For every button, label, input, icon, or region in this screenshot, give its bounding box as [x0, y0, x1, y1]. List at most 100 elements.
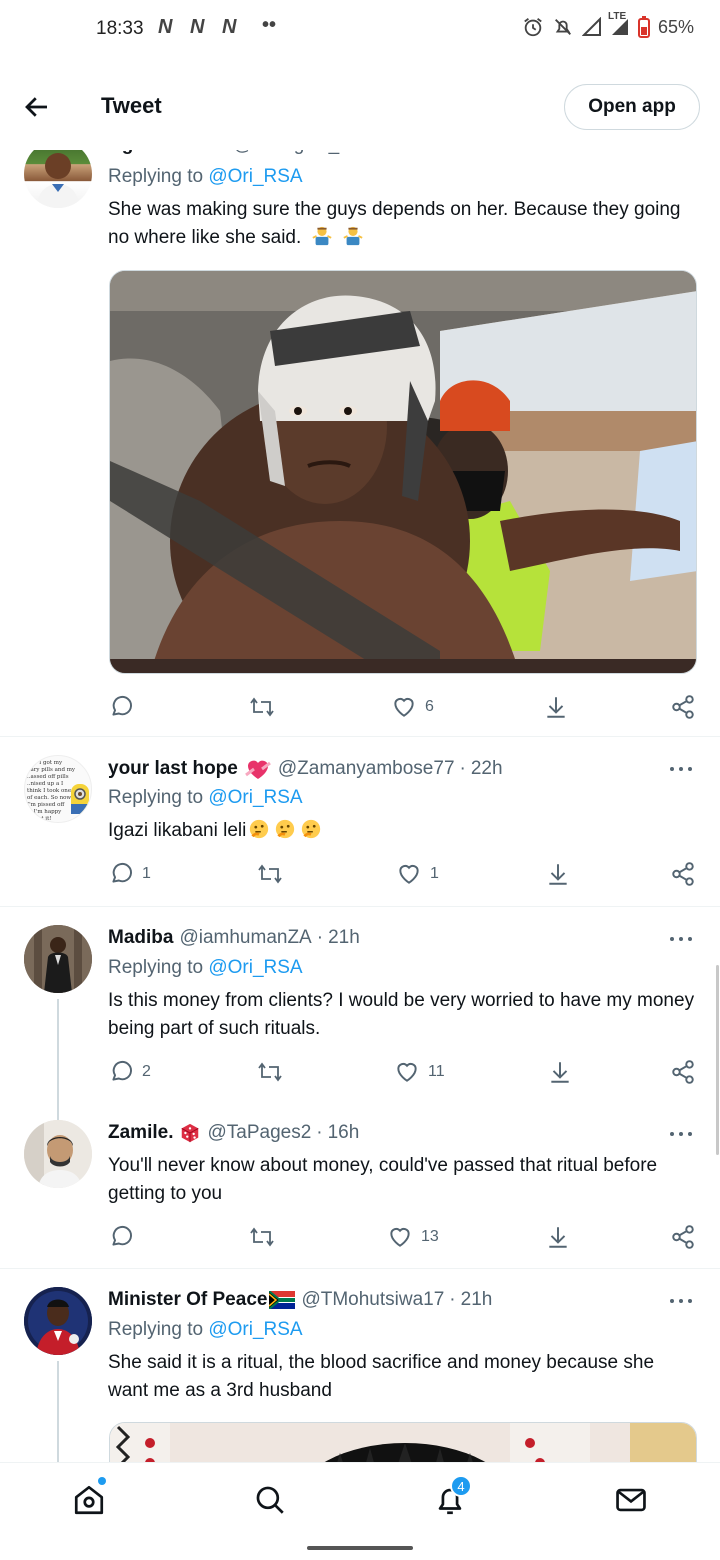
retweet-button[interactable] [256, 1059, 292, 1085]
tweet-image[interactable] [109, 1422, 697, 1462]
replying-label: Replying to [108, 166, 204, 187]
tweet-time[interactable]: 21h [328, 927, 360, 949]
author-name[interactable]: your last hope [108, 758, 238, 780]
tweet-text: She was making sure the guys depends on … [108, 196, 698, 252]
more-options-icon[interactable] [670, 935, 694, 943]
reply-button[interactable]: 1 [108, 861, 151, 887]
home-unread-dot [98, 1477, 106, 1485]
page-title: Tweet [101, 93, 162, 118]
download-button[interactable] [545, 861, 571, 887]
author-handle[interactable]: @iamhumanZA [179, 927, 311, 949]
retweet-button[interactable] [248, 694, 284, 720]
status-bar: 18:33 N N N •• LTE 65% [0, 0, 720, 60]
alarm-icon [522, 16, 544, 38]
back-arrow-icon[interactable] [22, 92, 52, 122]
network-n-icon: N [190, 16, 204, 38]
more-options-icon[interactable] [670, 1297, 694, 1305]
author-name[interactable]: Madiba [108, 927, 173, 949]
avatar[interactable] [24, 1120, 92, 1188]
tweet-item[interactable]: ...y I got my ..ary pills and my ..assed… [0, 737, 720, 907]
avatar[interactable] [24, 925, 92, 993]
tweet-item[interactable]: Zamile. @TaPages2 · 16h You'll never kno… [0, 1102, 720, 1270]
svg-text:I'm pissed off: I'm pissed off [27, 802, 65, 808]
more-notifications-icon: •• [262, 14, 277, 36]
tweet-time[interactable]: 16h [328, 1122, 360, 1144]
tweet-text: Is this money from clients? I would be v… [108, 990, 695, 1039]
svg-text:think I took one: think I took one [27, 788, 71, 794]
replying-to-link[interactable]: @Ori_RSA [208, 957, 302, 978]
tweet-item[interactable]: Ngihembalilo @shongwe_donald · 22h Reply… [0, 120, 720, 740]
open-app-button[interactable]: Open app [564, 84, 700, 130]
tweet-header: Minister Of Peace @TMohutsiwa17 · 21h [108, 1289, 493, 1311]
tweet-actions: 6 [108, 694, 698, 724]
download-button[interactable] [543, 694, 569, 720]
like-count: 6 [425, 698, 434, 715]
replying-to-link[interactable]: @Ori_RSA [208, 787, 302, 808]
like-button[interactable]: 13 [387, 1224, 439, 1250]
man-shrugging-emoji [311, 226, 332, 246]
tweet-header: Zamile. @TaPages2 · 16h [108, 1122, 360, 1144]
replying-to: Replying to @Ori_RSA [108, 1319, 303, 1341]
tweet-item[interactable]: Minister Of Peace @TMohutsiwa17 · 21h Re… [0, 1269, 720, 1462]
download-button[interactable] [547, 1059, 573, 1085]
tweet-time[interactable]: 22h [471, 758, 503, 780]
like-button[interactable]: 11 [394, 1059, 445, 1085]
svg-text:& I'm happy: & I'm happy [27, 809, 62, 815]
tweet-actions: 13 [108, 1224, 698, 1254]
replying-to-link[interactable]: @Ori_RSA [208, 1319, 302, 1340]
more-options-icon[interactable] [670, 1130, 694, 1138]
reply-button[interactable] [108, 1224, 142, 1250]
tweet-time[interactable]: 21h [461, 1289, 493, 1311]
bottom-nav: 4 [0, 1462, 720, 1536]
lte-signal-icon: LTE [608, 11, 630, 37]
author-handle[interactable]: @TaPages2 [207, 1122, 311, 1144]
like-count: 1 [430, 865, 439, 882]
share-button[interactable] [670, 694, 696, 720]
author-handle[interactable]: @TMohutsiwa17 [301, 1289, 444, 1311]
avatar[interactable]: ...y I got my ..ary pills and my ..assed… [24, 755, 92, 823]
tweet-feed[interactable]: Ngihembalilo @shongwe_donald · 22h Reply… [0, 120, 720, 1462]
gesture-handle[interactable] [307, 1546, 413, 1550]
author-name[interactable]: Zamile. [108, 1122, 173, 1144]
download-button[interactable] [545, 1224, 571, 1250]
retweet-button[interactable] [256, 861, 292, 887]
share-button[interactable] [670, 861, 696, 887]
search-icon[interactable] [253, 1483, 287, 1517]
top-bar: Tweet Open app [0, 60, 720, 150]
tweet-text: She said it is a ritual, the blood sacri… [108, 1352, 655, 1401]
svg-text:...y I got my: ...y I got my [29, 760, 63, 766]
reply-button[interactable] [108, 694, 142, 720]
tweet-image[interactable] [109, 270, 697, 674]
author-handle[interactable]: @Zamanyambose77 [278, 758, 455, 780]
heart-with-ribbon-emoji [244, 760, 271, 779]
avatar[interactable] [24, 1287, 92, 1355]
tweet-item[interactable]: Madiba @iamhumanZA · 21h Replying to @Or… [0, 907, 720, 1145]
reply-button[interactable]: 2 [108, 1059, 151, 1085]
like-button[interactable]: 6 [391, 694, 434, 720]
share-button[interactable] [670, 1059, 696, 1085]
replying-label: Replying to [108, 1319, 204, 1340]
author-name[interactable]: Minister Of Peace [108, 1289, 267, 1311]
tweet-header: Madiba @iamhumanZA · 21h [108, 927, 360, 949]
signal-icon [581, 17, 602, 37]
network-n-icon: N [158, 16, 172, 38]
battery-icon [637, 16, 650, 38]
avatar[interactable] [24, 140, 92, 208]
tweet-actions: 1 1 [108, 861, 698, 891]
scroll-indicator[interactable] [716, 965, 719, 1155]
retweet-button[interactable] [248, 1224, 284, 1250]
thinking-face-emoji [302, 819, 321, 839]
replying-to: Replying to @Ori_RSA [108, 957, 303, 979]
notifications-badge: 4 [450, 1475, 472, 1497]
tweet-body: Igazi likabani leli [108, 820, 247, 841]
more-options-icon[interactable] [670, 765, 694, 773]
replying-to-link[interactable]: @Ori_RSA [208, 166, 302, 187]
mute-icon [552, 16, 574, 38]
share-button[interactable] [670, 1224, 696, 1250]
messages-icon[interactable] [614, 1483, 648, 1517]
home-icon[interactable] [72, 1483, 106, 1517]
like-button[interactable]: 1 [396, 861, 439, 887]
like-count: 13 [421, 1228, 439, 1245]
like-count: 11 [428, 1063, 445, 1080]
replying-to: Replying to @Ori_RSA [108, 166, 303, 188]
